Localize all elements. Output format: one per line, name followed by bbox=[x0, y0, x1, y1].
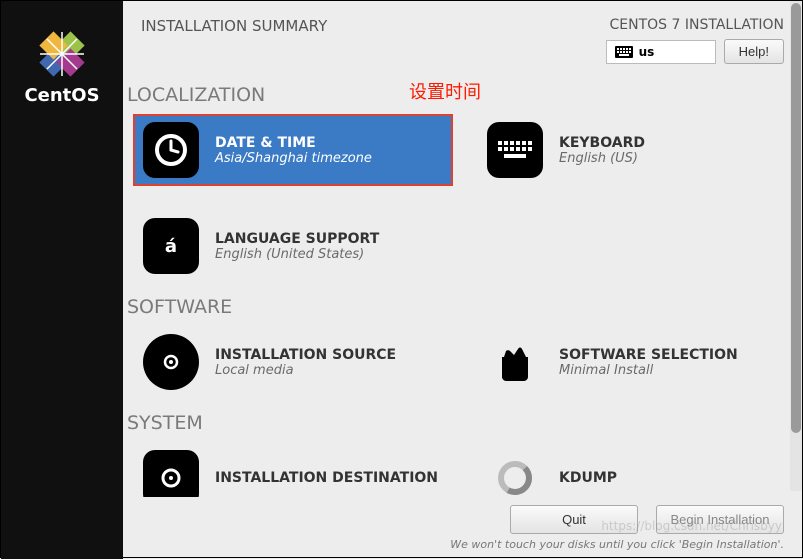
scrollbar-thumb[interactable] bbox=[791, 3, 801, 433]
keyboard-large-icon bbox=[487, 122, 543, 178]
spoke-language-support[interactable]: á LANGUAGE SUPPORT English (United State… bbox=[133, 210, 453, 282]
sidebar: CentOS bbox=[1, 1, 123, 559]
content-area: 设置时间 LOCALIZATION DATE & TIME Asia/Shang… bbox=[123, 70, 802, 557]
help-button[interactable]: Help! bbox=[724, 39, 784, 64]
spoke-installation-source[interactable]: INSTALLATION SOURCE Local media bbox=[133, 326, 453, 398]
package-icon bbox=[487, 334, 543, 390]
clock-icon bbox=[143, 122, 199, 178]
section-software: SOFTWARE bbox=[127, 296, 802, 318]
page-title: INSTALLATION SUMMARY bbox=[141, 17, 327, 64]
keyboard-layout-indicator[interactable]: us bbox=[606, 40, 716, 64]
installer-title: CENTOS 7 INSTALLATION bbox=[610, 17, 784, 33]
section-system: SYSTEM bbox=[127, 412, 802, 434]
language-icon: á bbox=[143, 218, 199, 274]
spoke-title: LANGUAGE SUPPORT bbox=[215, 231, 379, 247]
spoke-title: INSTALLATION DESTINATION bbox=[215, 470, 438, 486]
spoke-title: INSTALLATION SOURCE bbox=[215, 347, 396, 363]
centos-logo-icon bbox=[39, 31, 85, 77]
topbar: INSTALLATION SUMMARY CENTOS 7 INSTALLATI… bbox=[123, 1, 802, 70]
footer-hint: We won't touch your disks until you clic… bbox=[450, 538, 784, 551]
spoke-title: KDUMP bbox=[559, 470, 617, 486]
spoke-software-selection[interactable]: SOFTWARE SELECTION Minimal Install bbox=[477, 326, 797, 398]
brand-text: CentOS bbox=[24, 85, 99, 106]
spoke-title: KEYBOARD bbox=[559, 135, 645, 151]
spoke-subtitle: English (United States) bbox=[215, 247, 379, 262]
disc-icon bbox=[143, 334, 199, 390]
spoke-date-time[interactable]: DATE & TIME Asia/Shanghai timezone bbox=[133, 114, 453, 186]
spoke-subtitle: Local media bbox=[215, 363, 396, 378]
svg-text:á: á bbox=[165, 236, 177, 257]
spoke-subtitle: Asia/Shanghai timezone bbox=[215, 151, 372, 166]
keyboard-icon bbox=[615, 46, 633, 58]
spoke-subtitle: Minimal Install bbox=[559, 363, 738, 378]
watermark: https://blog.csdn.net/Chrisbyy bbox=[601, 519, 782, 533]
main-panel: INSTALLATION SUMMARY CENTOS 7 INSTALLATI… bbox=[123, 1, 802, 557]
spoke-subtitle: English (US) bbox=[559, 151, 645, 166]
spoke-keyboard[interactable]: KEYBOARD English (US) bbox=[477, 114, 797, 186]
scrollbar-track[interactable] bbox=[790, 1, 802, 491]
spoke-title: DATE & TIME bbox=[215, 135, 372, 151]
annotation-label: 设置时间 bbox=[409, 78, 481, 104]
spoke-title: SOFTWARE SELECTION bbox=[559, 347, 738, 363]
keyboard-layout-label: us bbox=[639, 45, 655, 59]
